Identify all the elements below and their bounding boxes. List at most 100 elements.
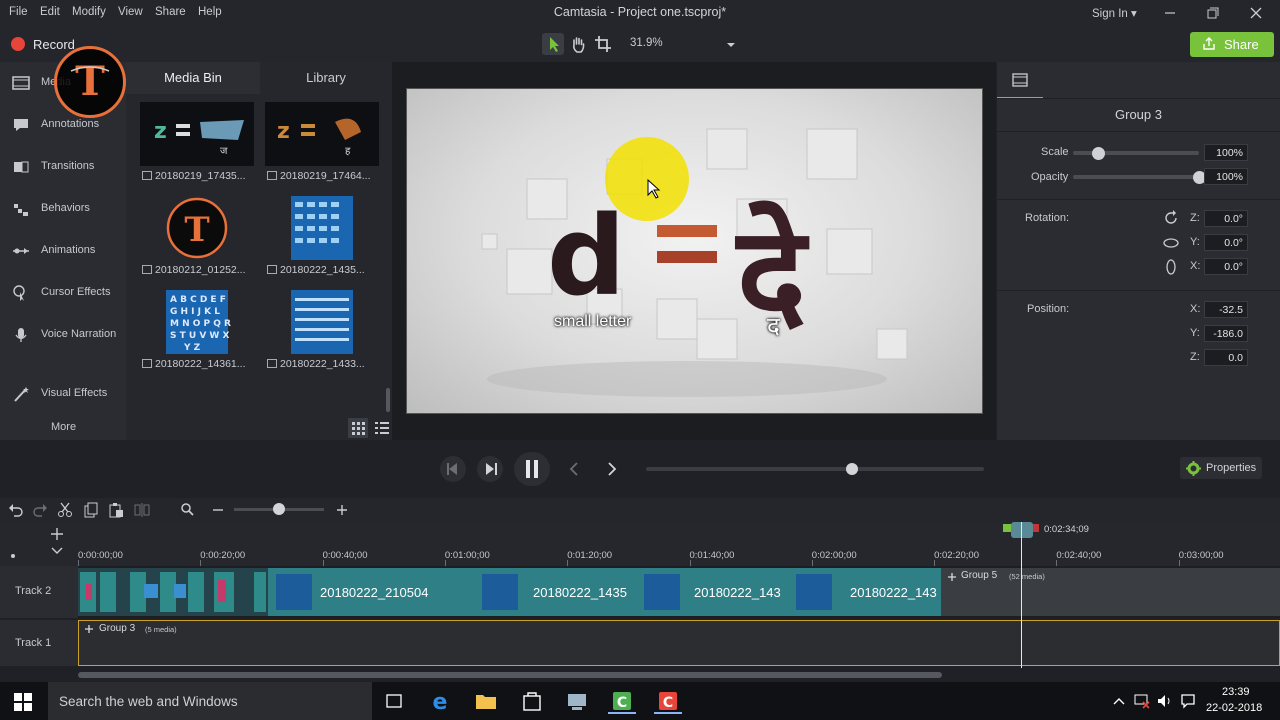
copy-icon[interactable] — [83, 502, 99, 518]
split-icon[interactable] — [134, 502, 150, 518]
media-item[interactable]: 20180222_1435... — [265, 196, 379, 282]
next-chevron-icon[interactable] — [600, 458, 622, 480]
restore-icon[interactable] — [1201, 3, 1223, 23]
zoom-out-icon[interactable] — [211, 502, 225, 518]
group-5-clip[interactable]: Group 5 (52 media) — [941, 568, 1280, 616]
edge-browser-icon[interactable]: e — [426, 688, 454, 714]
playhead-handle[interactable] — [1011, 522, 1033, 538]
sign-in-button[interactable]: Sign In ▾ — [1092, 6, 1137, 20]
tool-animations[interactable]: Animations — [0, 236, 126, 266]
expand-plus-icon[interactable] — [947, 572, 957, 582]
range-start-handle[interactable] — [1003, 524, 1011, 532]
rotation-y-value[interactable]: 0.0° — [1204, 234, 1248, 251]
rotation-x-value[interactable]: 0.0° — [1204, 258, 1248, 275]
grid-view-icon[interactable] — [348, 418, 368, 438]
scrub-knob[interactable] — [846, 463, 859, 475]
visual-properties-tab[interactable] — [997, 62, 1043, 99]
tool-voice-narration[interactable]: Voice Narration — [0, 320, 126, 350]
cut-icon[interactable] — [57, 502, 73, 518]
timeline-clip[interactable]: 20180222_143 — [636, 568, 788, 616]
network-icon[interactable] — [1133, 693, 1151, 709]
menu-modify[interactable]: Modify — [72, 6, 106, 18]
tab-library[interactable]: Library — [260, 62, 392, 94]
caption-hindi-letter[interactable]: द — [767, 309, 780, 342]
undo-icon[interactable] — [8, 502, 24, 518]
minimize-icon[interactable] — [1159, 3, 1181, 23]
track-lock-icon[interactable] — [10, 530, 40, 560]
track-1[interactable]: Group 3 (5 media) — [78, 620, 1280, 666]
task-view-icon[interactable] — [380, 688, 408, 714]
scrub-bar[interactable] — [646, 467, 984, 471]
timeline-clip[interactable]: 20180222_210504 — [268, 568, 474, 616]
zoom-search-icon[interactable] — [180, 502, 196, 518]
zoom-level[interactable]: 31.9% — [630, 37, 663, 49]
track-2[interactable]: 20180222_210504 20180222_1435 20180222_1… — [78, 566, 1280, 618]
group-3-clip[interactable]: Group 3 (5 media) — [78, 620, 1280, 666]
taskbar-search-box[interactable]: Search the web and Windows — [48, 682, 372, 720]
play-icon[interactable] — [477, 456, 503, 482]
clock-time[interactable]: 23:39 — [1222, 686, 1250, 698]
redo-icon[interactable] — [32, 502, 48, 518]
media-item[interactable]: T 20180212_01252... — [140, 196, 254, 282]
crop-icon[interactable] — [592, 33, 614, 55]
properties-button[interactable]: Properties — [1180, 457, 1262, 479]
menu-help[interactable]: Help — [198, 6, 222, 18]
previous-chevron-icon[interactable] — [564, 458, 586, 480]
opacity-slider[interactable] — [1073, 175, 1199, 179]
timeline-clip[interactable]: 20180222_143 — [788, 568, 941, 616]
menu-share[interactable]: Share — [155, 6, 186, 18]
opacity-value[interactable]: 100% — [1204, 168, 1248, 185]
timeline-scrollbar[interactable] — [78, 668, 1280, 682]
clip-group-small[interactable] — [78, 568, 268, 616]
media-bin-scrollbar[interactable] — [386, 388, 390, 412]
tool-transitions[interactable]: Transitions — [0, 152, 126, 182]
add-track-plus-icon[interactable] — [50, 527, 64, 541]
preview-canvas[interactable]: d दे small letter द — [406, 88, 983, 414]
notifications-icon[interactable] — [1180, 693, 1196, 709]
expand-plus-icon[interactable] — [84, 624, 94, 634]
scale-value[interactable]: 100% — [1204, 144, 1248, 161]
track-1-header[interactable]: Track 1 — [0, 620, 78, 666]
collapse-chevron-down-icon[interactable] — [50, 544, 64, 558]
camtasia-editor-icon[interactable]: C — [654, 688, 682, 714]
step-back-icon[interactable] — [440, 456, 466, 482]
rotation-z-value[interactable]: 0.0° — [1204, 210, 1248, 227]
close-icon[interactable] — [1245, 3, 1267, 23]
tray-chevron-up-icon[interactable] — [1112, 695, 1126, 707]
menu-view[interactable]: View — [118, 6, 143, 18]
position-z-value[interactable]: 0.0 — [1204, 349, 1248, 366]
timeline-ruler[interactable]: 0:00:00;00 0:00:20;00 0:00:40;00 0:01:00;00… — [0, 522, 1280, 566]
media-item[interactable]: 20180222_1433... — [265, 290, 379, 376]
position-y-value[interactable]: -186.0 — [1204, 325, 1248, 342]
timeline-zoom-knob[interactable] — [273, 503, 285, 515]
network-pc-icon[interactable] — [563, 688, 591, 714]
timeline-clip[interactable]: 20180222_1435 — [474, 568, 636, 616]
tool-behaviors[interactable]: Behaviors — [0, 194, 126, 224]
media-item[interactable]: zज 20180219_17435... — [140, 102, 254, 188]
store-icon[interactable] — [518, 688, 546, 714]
select-arrow-icon[interactable] — [542, 33, 564, 55]
hand-pan-icon[interactable] — [567, 33, 589, 55]
clock-date[interactable]: 22-02-2018 — [1206, 702, 1262, 714]
zoom-in-icon[interactable] — [334, 502, 350, 518]
tool-visual-effects[interactable]: Visual Effects — [0, 379, 126, 409]
list-view-icon[interactable] — [372, 418, 392, 438]
scale-slider-knob[interactable] — [1091, 147, 1105, 160]
track-2-header[interactable]: Track 2 — [0, 566, 78, 618]
timeline-scroll-thumb[interactable] — [78, 672, 942, 678]
volume-icon[interactable] — [1156, 693, 1174, 709]
media-item[interactable]: A B C D E F G H I J K L M N O P Q R S T U V… — [140, 290, 254, 376]
menu-edit[interactable]: Edit — [40, 6, 60, 18]
menu-file[interactable]: File — [9, 6, 28, 18]
record-icon[interactable] — [11, 37, 25, 51]
tool-cursor-effects[interactable]: Cursor Effects — [0, 278, 126, 308]
caption-small-letter[interactable]: small letter — [554, 313, 631, 331]
paste-icon[interactable] — [108, 502, 124, 518]
tab-media-bin[interactable]: Media Bin — [126, 62, 260, 94]
share-button[interactable]: Share — [1190, 32, 1274, 57]
pause-icon[interactable] — [514, 452, 550, 486]
position-x-value[interactable]: -32.5 — [1204, 301, 1248, 318]
media-item[interactable]: zह 20180219_17464... — [265, 102, 379, 188]
zoom-dropdown-chevron-icon[interactable] — [720, 33, 742, 55]
file-explorer-icon[interactable] — [472, 688, 500, 714]
